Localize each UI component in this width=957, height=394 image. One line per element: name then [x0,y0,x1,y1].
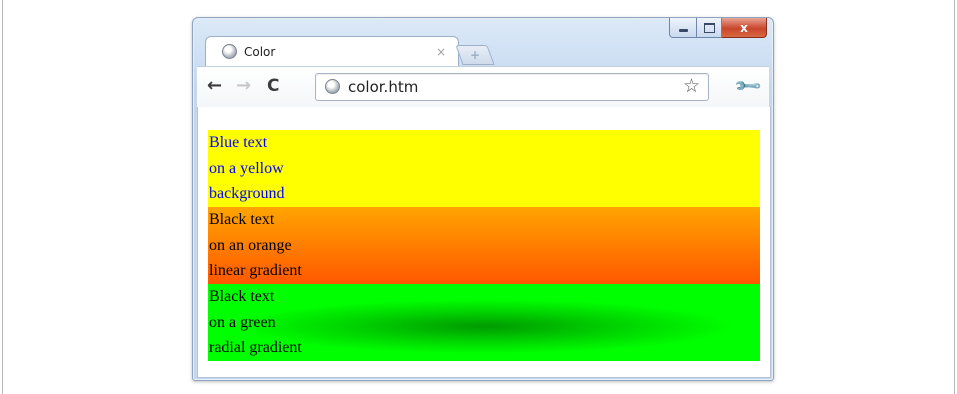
toolbar: ← → C color.htm ☆ 🔧 [197,66,769,107]
tab-title: Color [244,44,276,59]
forward-button[interactable]: → [236,77,251,95]
green-radial-block: Black text on a green radial gradient [208,284,760,361]
maximize-button[interactable] [697,18,722,38]
close-window-button[interactable]: x [722,18,767,38]
yellow-block: Blue text on a yellow background [208,130,760,207]
maximize-icon [703,22,715,33]
url-text[interactable]: color.htm [348,78,418,96]
wrench-menu-icon[interactable]: 🔧 [733,71,764,102]
block-line: on an orange [209,236,292,254]
globe-icon [222,44,237,59]
page-border-left [2,0,3,394]
tab-color[interactable]: Color × [205,36,459,67]
block-line: background [209,185,285,203]
block-line: on a green [209,313,276,331]
new-tab-button[interactable]: + [455,45,495,65]
reload-button[interactable]: C [267,77,279,95]
page-border-right [954,0,955,394]
block-line: Blue text [209,134,268,151]
browser-window: x Color × + ← → C color.htm ☆ 🔧 Blue tex… [192,17,774,381]
minimize-button[interactable] [669,18,697,38]
page-content: Blue text on a yellow background Black t… [197,107,771,378]
page-globe-icon [325,79,340,94]
tab-close-icon[interactable]: × [436,45,446,59]
new-tab-icon: + [469,48,481,62]
window-controls: x [669,18,767,38]
back-button[interactable]: ← [207,77,222,95]
bookmark-star-icon[interactable]: ☆ [683,75,700,97]
address-bar[interactable]: color.htm ☆ [315,73,709,101]
close-icon: x [740,20,748,35]
block-line: Black text [209,211,275,228]
block-line: Black text [209,288,275,305]
block-line: on a yellow [209,159,284,177]
block-line: radial gradient [209,339,302,357]
minimize-icon [678,29,688,32]
orange-gradient-block: Black text on an orange linear gradient [208,207,760,284]
block-line: linear gradient [209,262,302,280]
